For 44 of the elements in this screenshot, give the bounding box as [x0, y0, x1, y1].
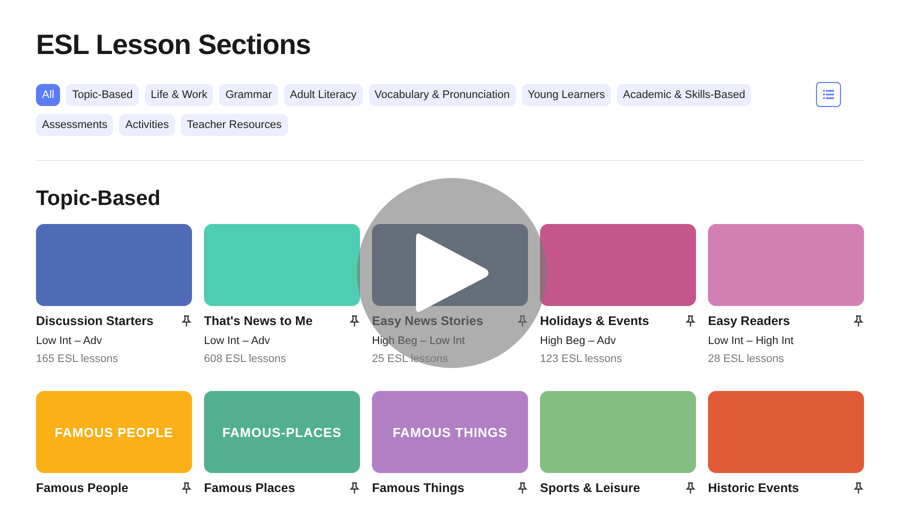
filter-chip[interactable]: Academic & Skills-Based — [616, 84, 752, 106]
filter-chip[interactable]: Activities — [119, 114, 175, 136]
lesson-count: 25 ESL lessons — [372, 352, 450, 367]
card-title[interactable]: Famous Things — [372, 481, 464, 495]
card-title[interactable]: Holidays & Events — [540, 314, 650, 328]
filter-chip[interactable]: Grammar — [219, 84, 278, 106]
card-title[interactable]: Easy Readers — [708, 314, 790, 328]
level-range: Low Int – Adv — [204, 334, 272, 349]
pin-icon[interactable] — [349, 315, 360, 327]
page-title: ESL Lesson Sections — [36, 28, 312, 62]
list-view-button[interactable] — [816, 82, 841, 107]
level-range: Low Int – Adv — [36, 334, 104, 349]
pin-icon[interactable] — [181, 482, 192, 494]
filter-chip[interactable]: Teacher Resources — [180, 114, 288, 136]
card-title[interactable]: Easy News Stories — [372, 314, 484, 328]
pin-icon[interactable] — [853, 482, 864, 494]
pin-icon[interactable] — [853, 315, 864, 327]
pin-icon[interactable] — [349, 482, 360, 494]
card-title[interactable]: Famous Places — [204, 481, 296, 495]
filter-chip[interactable]: Life & Work — [144, 84, 214, 106]
card-title[interactable]: Discussion Starters — [36, 314, 154, 328]
filter-chip[interactable]: All — [36, 84, 60, 106]
pin-icon[interactable] — [181, 315, 192, 327]
lesson-count: 28 ESL lessons — [708, 352, 786, 367]
card-title[interactable]: Historic Events — [708, 481, 800, 495]
lesson-count: 123 ESL lessons — [540, 352, 624, 367]
list-icon — [823, 90, 834, 99]
pin-icon[interactable] — [685, 315, 696, 327]
pin-icon[interactable] — [517, 482, 528, 494]
lesson-count: 608 ESL lessons — [204, 352, 288, 367]
level-range: High Beg – Adv — [540, 334, 617, 349]
level-range: Low Int – High Int — [708, 334, 795, 349]
card-title[interactable]: That's News to Me — [204, 314, 313, 328]
card-title[interactable]: Sports & Leisure — [540, 481, 640, 495]
filter-chip[interactable]: Young Learners — [522, 84, 611, 106]
pin-icon[interactable] — [685, 482, 696, 494]
card-title[interactable]: Famous People — [36, 481, 128, 495]
level-range: High Beg – Low Int — [372, 334, 466, 349]
filter-chip[interactable]: Topic-Based — [66, 84, 139, 106]
section-heading: Topic-Based — [36, 186, 162, 212]
filter-chip[interactable]: Vocabulary & Pronunciation — [368, 84, 516, 106]
filter-chip[interactable]: Adult Literacy — [284, 84, 363, 106]
filter-chip[interactable]: Assessments — [36, 114, 114, 136]
lesson-count: 165 ESL lessons — [36, 352, 120, 367]
